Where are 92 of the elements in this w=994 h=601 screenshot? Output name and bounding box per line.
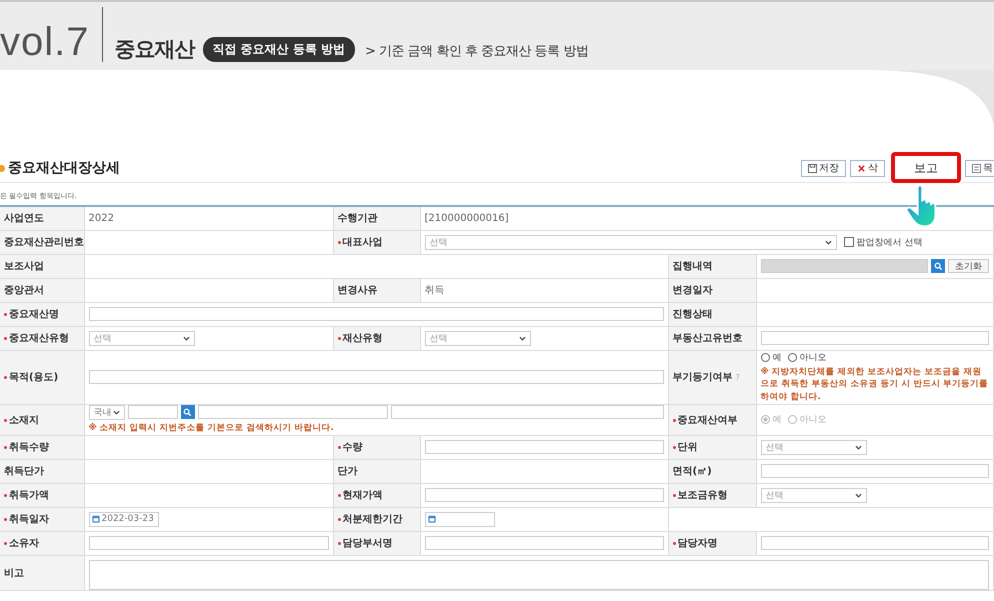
date-field[interactable]: [424, 512, 494, 526]
volume-number: vol.7: [0, 22, 90, 62]
input-field[interactable]: [424, 488, 664, 502]
calendar-icon: [428, 515, 436, 523]
field-label: 중요재산관리번호: [4, 237, 84, 248]
field-label: 단위: [678, 442, 698, 453]
address-field[interactable]: [198, 405, 388, 420]
bullet-icon: [0, 164, 5, 172]
field-label: 수량: [342, 442, 362, 453]
field-label: 집행내역: [672, 261, 712, 272]
search-button[interactable]: [180, 405, 194, 420]
field-label: 변경사유: [338, 285, 378, 296]
select-dropdown[interactable]: 선택: [424, 330, 530, 346]
field-value: [210000000016]: [424, 212, 509, 224]
input-field[interactable]: [760, 259, 928, 273]
date-field[interactable]: 2022-03-23: [88, 512, 158, 526]
banner-topic: 중요재산: [114, 39, 194, 60]
field-label: 중요재산명: [9, 309, 59, 320]
delete-button[interactable]: 삭: [850, 160, 885, 176]
field-label: 목적(용도): [9, 372, 58, 384]
banner-subtitle: > 기준 금액 확인 후 중요재산 등록 방법: [365, 43, 588, 60]
field-label: 비고: [4, 568, 24, 578]
banner-badge: 직접 중요재산 등록 방법: [202, 37, 356, 62]
highlight-frame: [891, 152, 961, 182]
field-label: 취득단가: [4, 466, 44, 477]
list-button[interactable]: 목: [965, 160, 994, 176]
input-field[interactable]: [424, 536, 664, 550]
field-label: 진행상태: [672, 309, 712, 320]
input-field[interactable]: [88, 370, 664, 384]
search-button[interactable]: [931, 259, 945, 273]
close-icon: [857, 164, 866, 172]
calendar-icon: [92, 515, 100, 523]
field-label: 재산유형: [342, 333, 382, 344]
field-label: 담당부서명: [342, 538, 392, 549]
input-field[interactable]: [760, 464, 989, 478]
chevron-icon: [518, 336, 526, 340]
field-value: 취득: [424, 285, 444, 296]
chevron-icon: [854, 444, 862, 450]
input-field[interactable]: [760, 331, 989, 345]
field-label: 단가: [338, 466, 358, 477]
input-field[interactable]: [424, 440, 664, 454]
radio-label: 예: [772, 414, 782, 426]
warning-note: ※ 소재지 입력시 지번주소를 기본으로 검색하시기 바랍니다.: [88, 422, 335, 434]
warning-note: ※ 지방자치단체를 제외한 보조사업자는 보조금을 재원으로 취득한 부동산의 소유권 등기 시 반드시 부기등기를 하여야 합니다.: [760, 366, 989, 404]
field-label: 수행기관: [338, 213, 378, 224]
field-label: 중요재산여부: [678, 414, 738, 426]
radio-button[interactable]: [760, 352, 770, 362]
select-dropdown[interactable]: 선택: [760, 440, 866, 454]
address-detail-field[interactable]: [390, 405, 664, 420]
field-label: 취득수량: [9, 442, 49, 453]
chevron-icon: [854, 492, 862, 498]
field-label: 면적(㎡): [672, 466, 712, 477]
reset-button[interactable]: 초기화: [948, 259, 989, 273]
field-label: 보조사업: [4, 261, 44, 272]
field-label: 현재가액: [342, 490, 382, 501]
input-field[interactable]: [88, 536, 328, 550]
input-field[interactable]: [88, 307, 664, 321]
field-label: 중요재산유형: [9, 333, 69, 344]
page-title: 중요재산대장상세: [8, 159, 120, 177]
field-label: 소재지: [9, 414, 39, 426]
field-label: 중앙관서: [4, 285, 44, 296]
field-label: 담당자명: [678, 538, 718, 549]
select-dropdown[interactable]: 선택: [88, 330, 194, 346]
chevron-icon: [112, 410, 120, 415]
field-label: 대표사업: [342, 237, 382, 248]
radio-button[interactable]: [788, 352, 796, 362]
save-button[interactable]: 저장: [801, 160, 846, 176]
checkbox-label: 팝업창에서 선택: [856, 236, 922, 248]
radio-label: 아니오: [800, 352, 826, 364]
checkbox[interactable]: [844, 237, 854, 247]
field-label: 변경일자: [672, 285, 712, 296]
radio-label: 예: [772, 352, 782, 364]
chevron-icon: [182, 336, 190, 340]
field-label: 소유자: [9, 538, 39, 549]
select-dropdown[interactable]: 선택: [424, 234, 836, 250]
save-icon: [808, 164, 817, 172]
field-label: 취득일자: [9, 514, 49, 525]
region-dropdown[interactable]: 국내: [88, 404, 124, 420]
list-icon: [972, 164, 981, 172]
postcode-field[interactable]: [128, 405, 178, 420]
field-label: 취득가액: [9, 490, 49, 501]
field-label: 보조금유형: [678, 490, 728, 501]
field-label: 부동산고유번호: [672, 333, 742, 344]
field-label: 처분제한기간: [342, 514, 402, 525]
select-dropdown[interactable]: 선택: [760, 488, 866, 502]
input-field[interactable]: [760, 536, 989, 550]
field-label: 부기등기여부: [672, 372, 732, 384]
chevron-icon: [824, 240, 832, 244]
field-label: 사업연도: [4, 213, 44, 224]
field-value: 2022: [88, 212, 114, 224]
radio-label: 아니오: [800, 414, 826, 426]
textarea-field[interactable]: [88, 560, 989, 590]
